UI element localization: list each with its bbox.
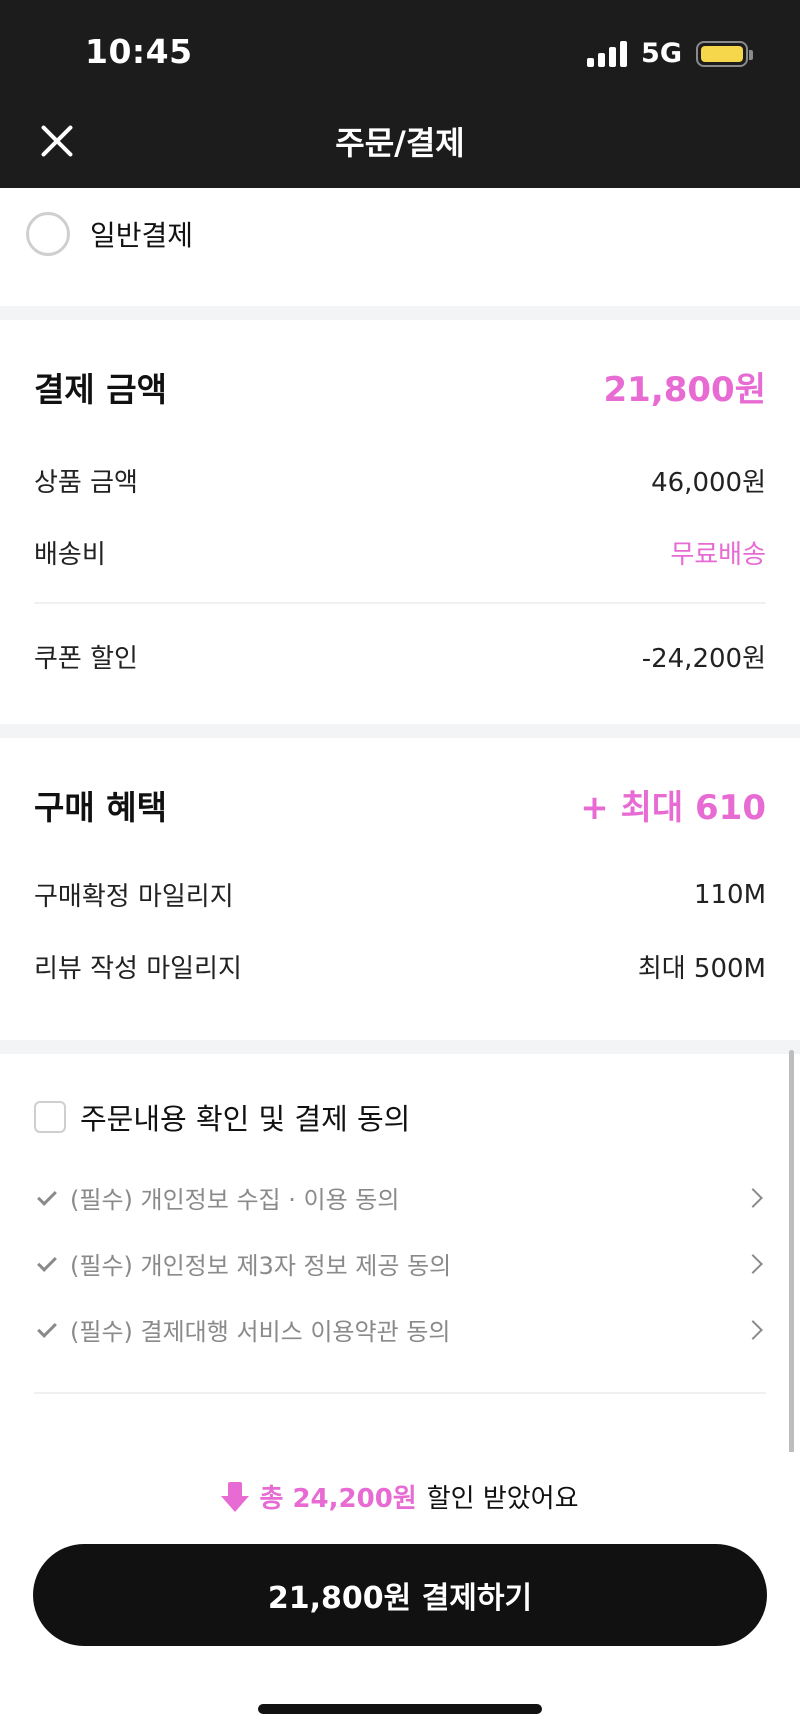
chevron-right-icon[interactable] — [743, 1253, 763, 1274]
benefits-header: 구매 혜택 + 최대 610 — [34, 780, 766, 829]
shipping-fee-value: 무료배송 — [670, 540, 766, 570]
benefits-title: 구매 혜택 — [34, 787, 167, 827]
benefits-total: + 최대 610 — [580, 788, 766, 828]
section-divider — [0, 724, 800, 738]
check-icon — [37, 1251, 57, 1272]
confirm-mileage-row: 구매확정 마일리지 110M — [34, 876, 766, 913]
payment-amount-header: 결제 금액 21,800원 — [34, 362, 766, 411]
agreement-label: 주문내용 확인 및 결제 동의 — [80, 1102, 411, 1136]
pay-button[interactable]: 21,800원 결제하기 — [33, 1544, 767, 1646]
product-amount-value: 46,000원 — [651, 468, 766, 498]
term-label: (필수) 개인정보 수집 · 이용 동의 — [70, 1186, 400, 1214]
discount-text: 할인 받았어요 — [426, 1484, 579, 1514]
section-divider — [0, 1040, 800, 1054]
discount-amount: 총 24,200원 — [259, 1484, 417, 1514]
term-label: (필수) 결제대행 서비스 이용약관 동의 — [70, 1318, 451, 1346]
row-divider — [34, 1392, 766, 1394]
agreement-checkbox[interactable] — [34, 1101, 66, 1133]
payment-method-label: 일반결제 — [90, 219, 194, 252]
confirm-mileage-label: 구매확정 마일리지 — [34, 882, 234, 912]
page-title: 주문/결제 — [335, 124, 465, 162]
chevron-right-icon[interactable] — [743, 1319, 763, 1340]
payment-amount-total: 21,800원 — [603, 370, 766, 410]
confirm-mileage-value: 110M — [693, 879, 766, 910]
status-indicators: 5G — [587, 38, 753, 69]
chevron-right-icon[interactable] — [743, 1187, 763, 1208]
payment-method-general[interactable]: 일반결제 — [26, 212, 193, 256]
term-label: (필수) 개인정보 제3자 정보 제공 동의 — [70, 1252, 452, 1280]
coupon-discount-label: 쿠폰 할인 — [34, 644, 138, 674]
network-type: 5G — [641, 38, 682, 69]
discount-summary: 총 24,200원 할인 받았어요 — [0, 1478, 800, 1515]
check-icon — [37, 1317, 57, 1338]
product-amount-label: 상품 금액 — [34, 468, 138, 498]
term-item[interactable]: (필수) 결제대행 서비스 이용약관 동의 — [37, 1312, 766, 1347]
shipping-fee-label: 배송비 — [34, 540, 106, 570]
review-mileage-label: 리뷰 작성 마일리지 — [34, 954, 242, 984]
review-mileage-value: 최대 500M — [637, 954, 766, 984]
term-item[interactable]: (필수) 개인정보 수집 · 이용 동의 — [37, 1180, 766, 1215]
app-header: 10:45 5G 주문/결제 — [0, 0, 800, 188]
radio-button[interactable] — [26, 212, 70, 256]
product-amount-row: 상품 금액 46,000원 — [34, 462, 766, 499]
check-icon — [37, 1185, 57, 1206]
section-divider — [0, 306, 800, 320]
row-divider — [34, 602, 766, 604]
discount-arrow-icon — [221, 1481, 250, 1512]
coupon-discount-value: -24,200원 — [641, 644, 766, 674]
signal-icon — [587, 40, 628, 67]
status-time: 10:45 — [85, 32, 193, 71]
battery-icon — [696, 40, 753, 67]
term-item[interactable]: (필수) 개인정보 제3자 정보 제공 동의 — [37, 1246, 766, 1281]
review-mileage-row: 리뷰 작성 마일리지 최대 500M — [34, 948, 766, 985]
home-indicator — [258, 1704, 542, 1714]
agreement-all[interactable]: 주문내용 확인 및 결제 동의 — [34, 1096, 410, 1138]
coupon-discount-row: 쿠폰 할인 -24,200원 — [34, 638, 766, 675]
payment-amount-title: 결제 금액 — [34, 369, 167, 409]
shipping-fee-row: 배송비 무료배송 — [34, 534, 766, 571]
